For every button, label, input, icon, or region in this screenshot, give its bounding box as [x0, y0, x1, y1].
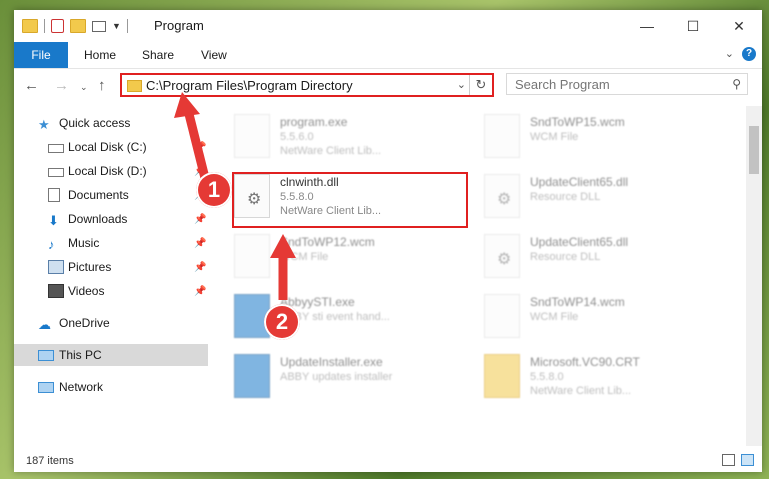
- arrow-1: [174, 92, 210, 180]
- step-badge-1: 1: [196, 172, 232, 208]
- step-badge-2: 2: [264, 304, 300, 340]
- arrow-2: [270, 234, 296, 300]
- annotation-arrows: [174, 92, 296, 300]
